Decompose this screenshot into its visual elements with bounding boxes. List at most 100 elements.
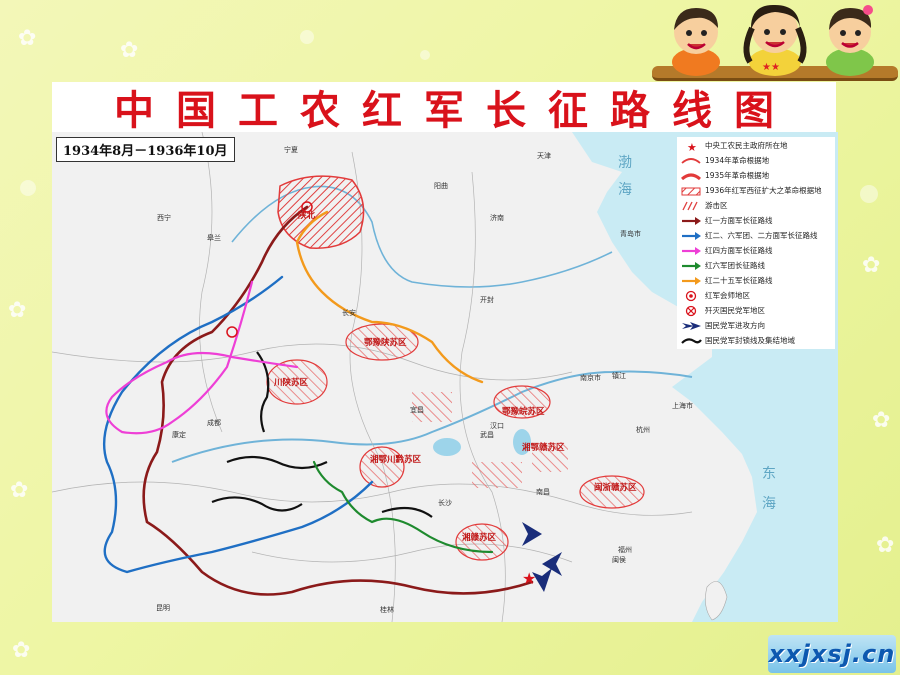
base-label: 闽浙赣苏区 xyxy=(594,482,637,493)
base-1935-icon xyxy=(677,169,705,182)
route-arrow-icon xyxy=(677,229,705,242)
legend-label: 1935年革命根据地 xyxy=(705,171,770,180)
legend-label: 游击区 xyxy=(705,201,728,210)
background-flower: ✿ xyxy=(12,638,31,663)
legend-label: 红二、六军团、二方面军长征路线 xyxy=(705,231,818,240)
city-label: 西宁 xyxy=(157,213,171,222)
city-label: 镇江 xyxy=(612,371,626,380)
legend-label: 歼灭国民党军地区 xyxy=(705,306,765,315)
legend-item: 红一方面军长征路线 xyxy=(677,214,773,227)
red-star-icon: ★ xyxy=(677,139,705,152)
enemy-attack-arrow-icon xyxy=(677,319,705,332)
legend-item: 1936年红军西征扩大之革命根据地 xyxy=(677,184,822,197)
base-label: 湘鄂川黔苏区 xyxy=(370,454,422,465)
base-label: 陕北 xyxy=(298,210,316,221)
city-label: 宁夏 xyxy=(284,145,298,154)
background-flower: ✿ xyxy=(862,253,881,278)
route-arrow-icon xyxy=(677,244,705,257)
legend-item: 红六军团长征路线 xyxy=(677,259,765,272)
blockade-line-icon xyxy=(677,334,705,347)
sea-label: 东 xyxy=(762,466,776,482)
city-label: 济南 xyxy=(490,213,504,222)
city-label: 南昌 xyxy=(536,487,550,496)
route-arrow-icon xyxy=(677,274,705,287)
map-title: 中国工农红军长征路线图 xyxy=(114,87,796,134)
base-label: 鄂豫陕苏区 xyxy=(364,337,407,348)
legend-item: 红军会师地区 xyxy=(677,289,750,302)
background-flower: ✿ xyxy=(872,408,891,433)
background-flower: ✿ xyxy=(8,298,27,323)
background-flower: ✿ xyxy=(18,26,37,51)
sea-label: 海 xyxy=(618,182,632,198)
city-label: 康定 xyxy=(172,430,186,439)
background-dot xyxy=(860,185,878,203)
background-dot xyxy=(20,180,36,196)
base-label: 鄂豫皖苏区 xyxy=(502,406,545,417)
background-flower: ✿ xyxy=(120,38,139,63)
sea-label: 渤 xyxy=(618,155,632,171)
legend-item: 歼灭国民党军地区 xyxy=(677,304,765,317)
map-legend: ★ 中央工农民主政府所在地 1934年革命根据地 1935年革命根据地 1936… xyxy=(677,137,835,349)
city-label: 开封 xyxy=(480,295,494,304)
legend-label: 1936年红军西征扩大之革命根据地 xyxy=(705,186,822,195)
guerrilla-area xyxy=(472,462,522,488)
legend-label: 中央工农民主政府所在地 xyxy=(705,141,788,150)
sea-label: 海 xyxy=(762,496,776,512)
meeting-circle-icon xyxy=(677,289,705,302)
base-1934-icon xyxy=(677,154,705,167)
city-label: 武昌 xyxy=(480,430,494,439)
city-label: 福州 xyxy=(618,545,632,554)
city-label: 昆明 xyxy=(156,604,170,612)
legend-item: 红四方面军长征路线 xyxy=(677,244,773,257)
route-arrow-icon xyxy=(677,214,705,227)
city-label: 南京市 xyxy=(580,373,601,382)
city-label: 阳曲 xyxy=(434,181,448,190)
legend-item: 1934年革命根据地 xyxy=(677,154,769,167)
site-watermark-logo: xxjxsj.cn xyxy=(768,635,896,673)
legend-item: 国民党军进攻方向 xyxy=(677,319,765,332)
legend-item: 游击区 xyxy=(677,199,728,212)
annihilate-circle-icon xyxy=(677,304,705,317)
base-label: 湘赣苏区 xyxy=(462,532,497,543)
legend-label: 红六军团长征路线 xyxy=(705,261,765,270)
background-dot xyxy=(300,30,314,44)
legend-label: 红军会师地区 xyxy=(705,291,750,300)
xiangechuanqian-base xyxy=(359,446,405,488)
legend-label: 1934年革命根据地 xyxy=(705,156,770,165)
legend-label: 红一方面军长征路线 xyxy=(705,216,773,225)
legend-label: 红四方面军长征路线 xyxy=(705,246,773,255)
legend-label: 国民党军进攻方向 xyxy=(705,321,765,330)
legend-item: 红二、六军团、二方面军长征路线 xyxy=(677,229,818,242)
route-arrow-icon xyxy=(677,259,705,272)
city-label: 长安 xyxy=(342,308,356,317)
map-title-banner: 中国工农红军长征路线图 xyxy=(52,82,836,134)
shaanbei-base xyxy=(277,175,365,249)
city-label: 皋兰 xyxy=(207,233,221,242)
background-flower: ✿ xyxy=(876,533,895,558)
city-label: 汉口 xyxy=(490,422,504,430)
background-flower: ✿ xyxy=(10,478,29,503)
base-label: 川陕苏区 xyxy=(273,377,309,388)
capital-star-icon: ★ xyxy=(522,569,536,588)
cartoon-children-illustration: ★★ xyxy=(672,4,874,76)
svg-text:★: ★ xyxy=(687,141,697,152)
city-label: 上海市 xyxy=(672,401,693,410)
legend-item: 国民党军封锁线及集结地域 xyxy=(677,334,795,347)
svg-text:★★: ★★ xyxy=(762,62,780,73)
city-label: 青岛市 xyxy=(620,229,641,238)
legend-label: 国民党军封锁线及集结地域 xyxy=(705,336,795,345)
date-range-label: 1934年8月－1936年10月 xyxy=(56,137,235,162)
city-label: 桂林 xyxy=(380,605,394,614)
base-label: 湘鄂赣苏区 xyxy=(522,442,565,453)
city-label: 宜昌 xyxy=(410,405,424,414)
city-label: 天津 xyxy=(537,152,551,160)
city-label: 杭州 xyxy=(636,425,650,434)
legend-label: 红二十五军长征路线 xyxy=(705,276,773,285)
legend-item: 红二十五军长征路线 xyxy=(677,274,773,287)
dongting-lake xyxy=(433,438,461,456)
base-1936-icon xyxy=(677,184,705,197)
guerrilla-area-icon xyxy=(677,199,705,212)
city-label: 闽侯 xyxy=(612,555,626,564)
city-label: 成都 xyxy=(207,418,221,427)
city-label: 长沙 xyxy=(438,498,452,507)
